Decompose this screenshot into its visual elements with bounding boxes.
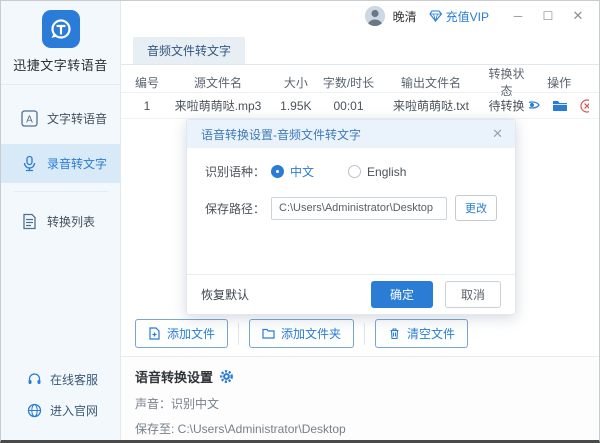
col-header-source: 源文件名 bbox=[163, 74, 273, 91]
app-logo-icon bbox=[42, 10, 80, 48]
sidebar-item-text-to-speech[interactable]: A 文字转语音 bbox=[1, 99, 120, 138]
delete-icon[interactable] bbox=[580, 99, 589, 113]
col-header-duration: 字数/时长 bbox=[319, 74, 379, 91]
voice-setting-line: 声音：识别中文 bbox=[135, 395, 585, 412]
sidebar: 迅捷文字转语音 A 文字转语音 录音转文字 转换列表 bbox=[1, 1, 121, 440]
cell-source: 来啦萌萌哒.mp3 bbox=[163, 97, 273, 114]
radio-chinese-label: 中文 bbox=[290, 163, 314, 180]
text-a-icon: A bbox=[21, 110, 38, 127]
add-file-label: 添加文件 bbox=[167, 325, 215, 342]
language-row: 识别语种： 中文 English bbox=[205, 163, 497, 180]
dialog-title: 语音转换设置-音频文件转文字 bbox=[201, 126, 490, 143]
sidebar-spacer bbox=[1, 247, 120, 364]
settings-panel-title: 语音转换设置 bbox=[135, 367, 213, 386]
maximize-button[interactable]: ☐ bbox=[537, 1, 559, 31]
ok-button[interactable]: 确定 bbox=[371, 281, 433, 308]
col-header-operation: 操作 bbox=[529, 74, 589, 91]
radio-checked-icon bbox=[271, 165, 284, 178]
svg-text:A: A bbox=[26, 115, 33, 126]
app-name: 迅捷文字转语音 bbox=[1, 48, 120, 84]
dialog-body: 识别语种： 中文 English bbox=[187, 148, 515, 274]
col-header-no: 编号 bbox=[131, 74, 163, 91]
radio-english[interactable]: English bbox=[348, 165, 406, 179]
close-button[interactable]: ✕ bbox=[567, 1, 589, 31]
settings-panel: 语音转换设置 声音：识别中文 保存至: C:\Users\Administrat… bbox=[121, 357, 599, 443]
dialog-header: 语音转换设置-音频文件转文字 ✕ bbox=[187, 120, 515, 148]
sidebar-divider bbox=[1, 84, 120, 85]
language-radio-group: 中文 English bbox=[271, 163, 406, 180]
col-header-size: 大小 bbox=[273, 74, 319, 91]
save-path-input[interactable] bbox=[271, 197, 447, 220]
cell-no: 1 bbox=[131, 99, 163, 113]
settings-panel-title-row: 语音转换设置 bbox=[135, 367, 585, 386]
radio-unchecked-icon bbox=[348, 165, 361, 178]
avatar[interactable] bbox=[365, 6, 385, 26]
dialog-close-icon[interactable]: ✕ bbox=[490, 126, 505, 142]
row-operations bbox=[529, 99, 589, 113]
sidebar-item-recording-to-text[interactable]: 录音转文字 bbox=[1, 144, 120, 183]
add-folder-label: 添加文件夹 bbox=[281, 325, 341, 342]
restore-defaults-link[interactable]: 恢复默认 bbox=[201, 286, 371, 303]
cell-output: 来啦萌萌哒.txt bbox=[378, 97, 483, 114]
dialog-footer: 恢复默认 确定 取消 bbox=[187, 274, 515, 314]
action-buttons: 添加文件 添加文件夹 清空文件 bbox=[121, 315, 599, 356]
main-area: 晚清 充值VIP ─ ☐ ✕ 音频文件转文字 编号 源文件名 大小 字数/时长 … bbox=[121, 1, 599, 440]
main-body: 音频文件转文字 编号 源文件名 大小 字数/时长 输出文件名 转换状态 操作 1… bbox=[121, 31, 599, 443]
recharge-vip-button[interactable]: 充值VIP bbox=[429, 8, 489, 25]
cell-status: 待转换 bbox=[484, 97, 530, 114]
online-support-label: 在线客服 bbox=[50, 371, 98, 388]
tab-audio-to-text[interactable]: 音频文件转文字 bbox=[133, 37, 245, 64]
cell-duration: 00:01 bbox=[319, 99, 379, 113]
clear-files-label: 清空文件 bbox=[407, 325, 455, 342]
radio-chinese[interactable]: 中文 bbox=[271, 163, 314, 180]
folder-plus-icon bbox=[262, 327, 275, 340]
save-path-label: 保存路径： bbox=[205, 200, 271, 217]
sidebar-item-label: 转换列表 bbox=[47, 213, 95, 230]
radio-english-label: English bbox=[367, 165, 406, 179]
globe-icon bbox=[27, 403, 42, 418]
sidebar-item-conversion-list[interactable]: 转换列表 bbox=[1, 202, 120, 241]
logo-wrap bbox=[1, 1, 120, 48]
headset-icon bbox=[27, 372, 42, 387]
sidebar-item-label: 录音转文字 bbox=[47, 155, 107, 172]
sidebar-footer: 在线客服 进入官网 bbox=[1, 364, 120, 440]
username[interactable]: 晚清 bbox=[393, 8, 417, 25]
preview-eye-icon[interactable] bbox=[529, 99, 540, 113]
table-row[interactable]: 1 来啦萌萌哒.mp3 1.95K 00:01 来啦萌萌哒.txt 待转换 bbox=[121, 93, 599, 119]
add-folder-button[interactable]: 添加文件夹 bbox=[249, 319, 354, 348]
settings-dialog: 语音转换设置-音频文件转文字 ✕ 识别语种： 中文 bbox=[186, 119, 516, 315]
microphone-icon bbox=[21, 155, 38, 172]
minimize-button[interactable]: ─ bbox=[507, 1, 529, 31]
official-site-link[interactable]: 进入官网 bbox=[1, 395, 120, 426]
open-folder-icon[interactable] bbox=[552, 99, 568, 113]
topbar: 晚清 充值VIP ─ ☐ ✕ bbox=[121, 1, 599, 31]
button-separator bbox=[238, 323, 239, 345]
sidebar-item-label: 文字转语音 bbox=[47, 110, 107, 127]
list-file-icon bbox=[21, 213, 38, 230]
col-header-output: 输出文件名 bbox=[378, 74, 483, 91]
trash-icon bbox=[388, 327, 401, 340]
sidebar-divider bbox=[13, 191, 108, 192]
clear-files-button[interactable]: 清空文件 bbox=[375, 319, 468, 348]
save-path-line: 保存至: C:\Users\Administrator\Desktop bbox=[135, 420, 585, 437]
app-window: 迅捷文字转语音 A 文字转语音 录音转文字 转换列表 bbox=[0, 0, 600, 443]
save-path-row: 保存路径： 更改 bbox=[205, 195, 497, 221]
gear-icon[interactable] bbox=[219, 369, 234, 384]
cancel-button[interactable]: 取消 bbox=[445, 281, 501, 308]
button-separator bbox=[364, 323, 365, 345]
file-plus-icon bbox=[148, 327, 161, 340]
table-header: 编号 源文件名 大小 字数/时长 输出文件名 转换状态 操作 bbox=[121, 65, 599, 93]
change-path-button[interactable]: 更改 bbox=[455, 195, 497, 221]
cell-size: 1.95K bbox=[273, 99, 319, 113]
language-label: 识别语种： bbox=[205, 163, 271, 180]
official-site-label: 进入官网 bbox=[50, 402, 98, 419]
online-support-link[interactable]: 在线客服 bbox=[1, 364, 120, 395]
diamond-icon bbox=[429, 10, 442, 22]
vip-label: 充值VIP bbox=[446, 8, 489, 25]
add-file-button[interactable]: 添加文件 bbox=[135, 319, 228, 348]
tab-row: 音频文件转文字 bbox=[121, 31, 599, 65]
